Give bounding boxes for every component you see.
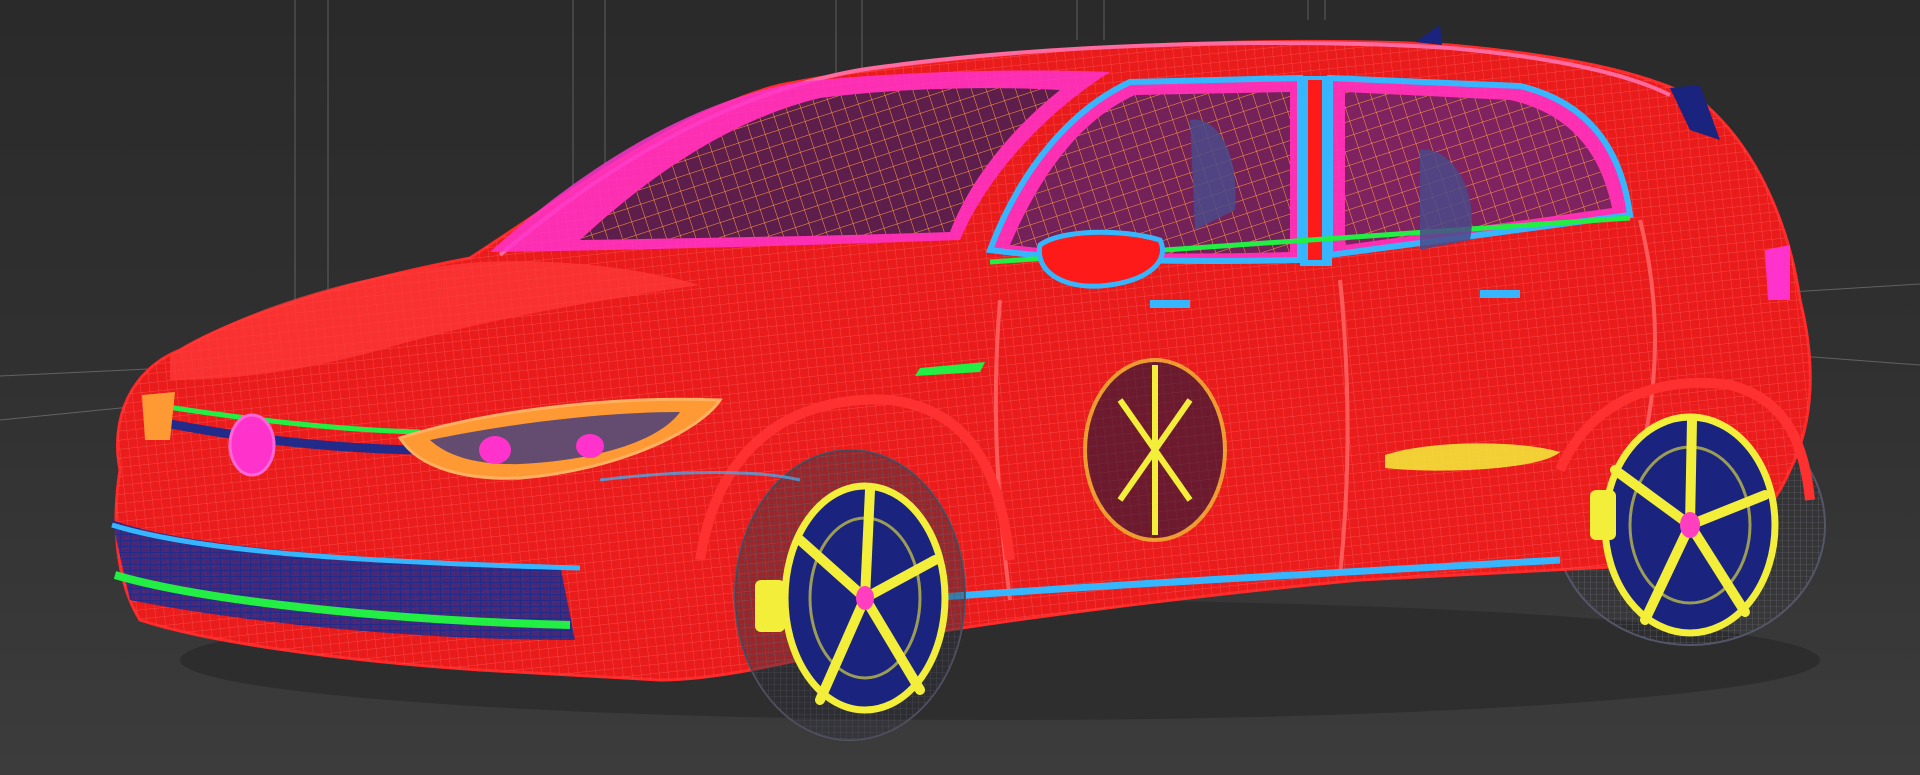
wireframe-scene[interactable] (0, 0, 1920, 775)
car-model[interactable] (111, 25, 1826, 741)
left-headlight (142, 392, 175, 440)
rear-left-brake (1083, 358, 1227, 542)
roof-antenna (1415, 25, 1442, 45)
rear-door-handle (1480, 290, 1520, 298)
front-door-handle (1150, 300, 1190, 308)
headlight-projector-2 (576, 434, 604, 458)
rear-brake-caliper (1590, 490, 1616, 540)
front-wheel (734, 449, 966, 741)
rear-wheel-hub (1680, 512, 1700, 538)
tail-light (1765, 245, 1790, 300)
headlight-projector (479, 436, 511, 464)
front-wheel-hub (856, 586, 874, 610)
front-brake-caliper (755, 580, 785, 632)
3d-viewport[interactable] (0, 0, 1920, 775)
brand-logo (228, 413, 276, 477)
